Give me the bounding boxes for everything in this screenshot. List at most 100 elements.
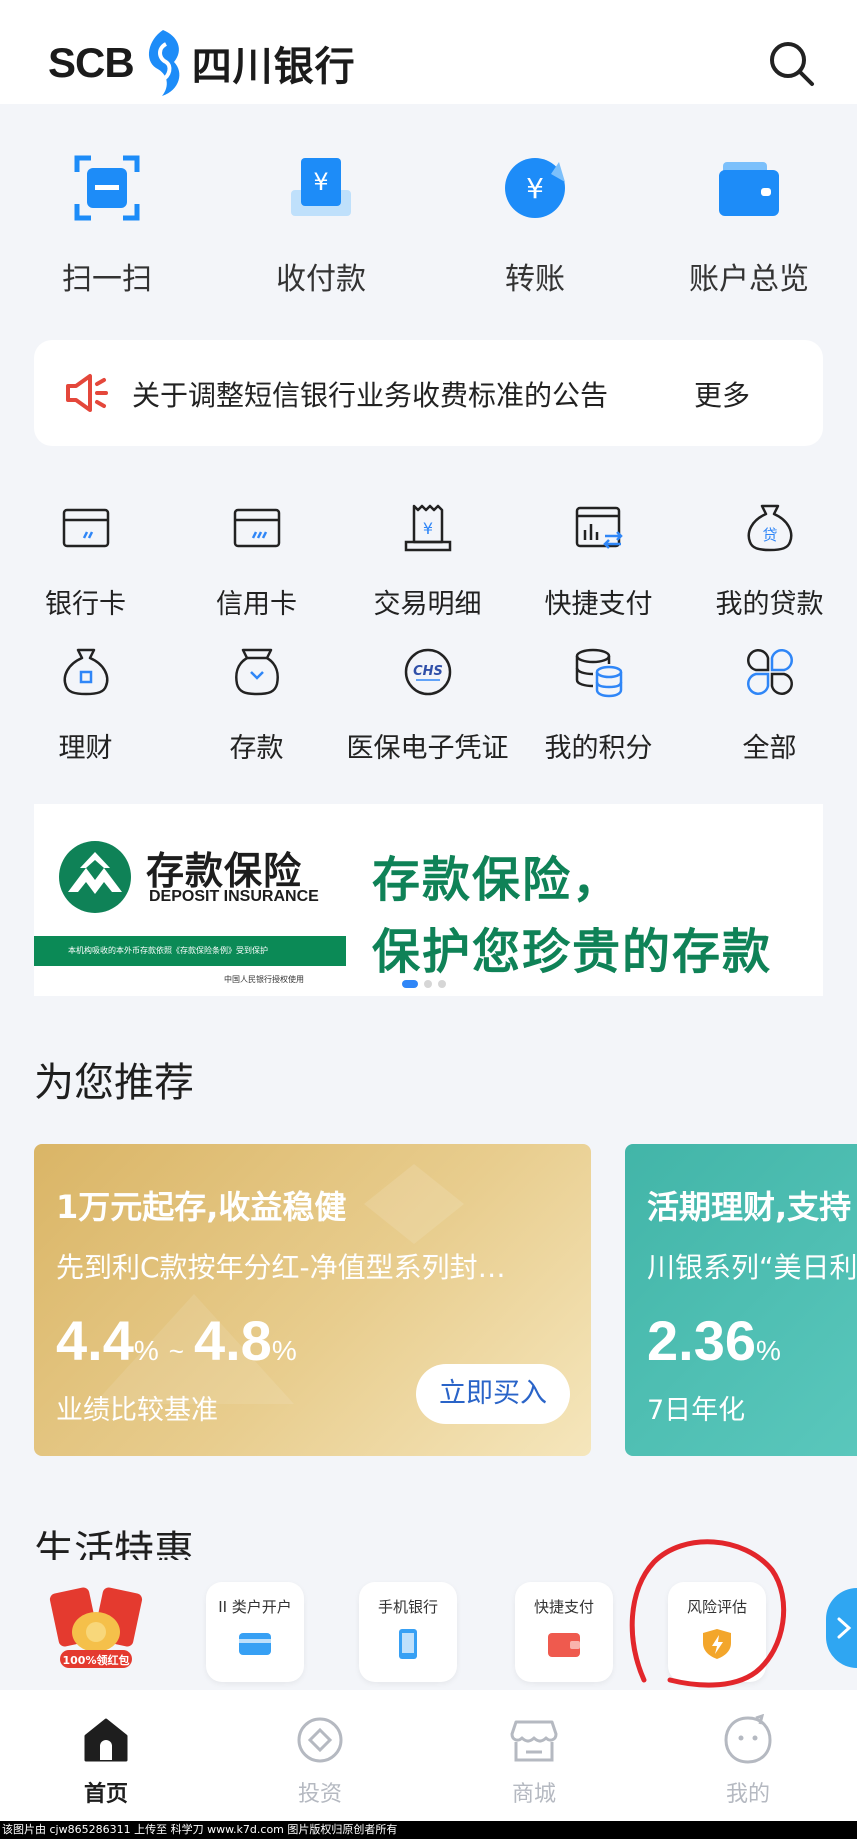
card-icon — [239, 1633, 271, 1655]
service-label: 我的积分 — [544, 733, 653, 764]
tab-label: 投资 — [297, 1782, 342, 1807]
image-watermark: 该图片由 cjw865286311 上传至 科学刀 www.k7d.com 图片… — [0, 1821, 857, 1839]
recommend-section-title: 为您推荐 — [34, 1060, 194, 1106]
service-transaction-detail[interactable]: ¥ 交易明细 — [342, 500, 513, 621]
rate-separator: ~ — [168, 1336, 184, 1366]
svg-text:贷: 贷 — [762, 526, 777, 544]
service-label: 存款 — [229, 733, 284, 764]
service-bank-card[interactable]: 银行卡 — [0, 500, 171, 621]
points-coins-icon — [575, 648, 622, 698]
banner-slogan-line2: 保护您珍贵的存款 — [372, 924, 773, 980]
card-title: 活期理财,支持 — [647, 1188, 852, 1226]
tab-home[interactable]: 首页 — [46, 1714, 166, 1808]
store-icon — [510, 1720, 558, 1762]
banner-slogan-line1: 存款保险， — [372, 852, 623, 908]
quick-action-receive-pay[interactable]: ¥ 收付款 — [231, 152, 411, 298]
recommend-card-2[interactable]: 活期理财,支持 川银系列“美日利 2.36% 7日年化 — [625, 1144, 857, 1456]
service-wealth[interactable]: 理财 — [0, 644, 171, 765]
service-my-points[interactable]: 我的积分 — [513, 644, 684, 765]
receive-pay-icon: ¥ — [291, 158, 351, 216]
service-all[interactable]: 全部 — [684, 644, 855, 765]
card-title: 1万元起存,收益稳健 — [56, 1188, 347, 1226]
quick-action-transfer[interactable]: ¥ 转账 — [445, 152, 625, 298]
quick-action-account-overview[interactable]: 账户总览 — [659, 152, 839, 298]
logo-cn-text: 四川银行 — [191, 44, 356, 90]
red-packet-label: 100%领红包 — [62, 1654, 130, 1667]
service-label: 医保电子凭证 — [346, 733, 509, 764]
pagination-dot-active[interactable] — [402, 980, 418, 988]
service-label: 银行卡 — [45, 589, 126, 620]
deposit-insurance-logo-icon — [59, 841, 131, 913]
transfer-icon: ¥ — [505, 158, 565, 218]
promo-mobile-banking[interactable]: 手机银行 — [359, 1582, 457, 1682]
card-rate-note: 业绩比较基准 — [56, 1395, 218, 1426]
chs-icon: CHS — [404, 648, 451, 696]
pagination-dot[interactable] — [424, 980, 432, 988]
wallet-icon — [548, 1633, 580, 1657]
service-medical-insurance-voucher[interactable]: CHS 医保电子凭证 — [342, 644, 513, 765]
buy-now-button[interactable]: 立即买入 — [416, 1364, 570, 1424]
service-label: 快捷支付 — [544, 589, 653, 620]
quick-pay-icon — [575, 506, 623, 549]
wealth-bag-icon — [63, 648, 108, 696]
banner-pagination[interactable] — [402, 980, 446, 988]
promo-class-ii-account[interactable]: II 类户开户 — [206, 1582, 304, 1682]
recommend-card-1[interactable]: 1万元起存,收益稳健 先到利C款按年分红-净值型系列封… 4.4% ~4.8% 业… — [34, 1144, 591, 1456]
service-label: 交易明细 — [373, 589, 482, 620]
quick-action-label: 收付款 — [276, 262, 366, 297]
tab-profile[interactable]: 我的 — [688, 1713, 808, 1808]
promo-quick-pay[interactable]: 快捷支付 — [515, 1582, 613, 1682]
tab-invest[interactable]: 投资 — [260, 1714, 380, 1808]
quick-action-scan[interactable]: 扫一扫 — [17, 152, 197, 298]
notice-text[interactable]: 关于调整短信银行业务收费标准的公告 — [132, 374, 608, 414]
credit-card-icon — [233, 508, 280, 548]
service-label: 理财 — [58, 733, 113, 764]
deposit-insurance-banner[interactable]: 存款保险 DEPOSIT INSURANCE 本机构吸收的本外币存款依照《存款保… — [34, 804, 823, 996]
receipt-icon: ¥ — [404, 504, 451, 552]
svg-text:CHS: CHS — [413, 664, 443, 679]
card-subtitle: 先到利C款按年分红-净值型系列封… — [56, 1251, 506, 1284]
card-rate-note: 7日年化 — [647, 1395, 746, 1426]
service-label: 信用卡 — [216, 589, 297, 620]
pagination-dot[interactable] — [438, 980, 446, 988]
quick-action-label: 账户总览 — [689, 262, 809, 297]
bottom-tab-bar: 首页 投资 商城 我的 — [0, 1690, 857, 1821]
tab-store[interactable]: 商城 — [474, 1714, 594, 1808]
chevron-right-icon — [837, 1617, 852, 1639]
service-my-loan[interactable]: 贷 我的贷款 — [684, 500, 855, 621]
phone-icon — [399, 1629, 417, 1659]
quick-actions: 扫一扫 ¥ 收付款 ¥ 转账 账户总览 — [0, 104, 857, 324]
notice-bar[interactable]: 关于调整短信银行业务收费标准的公告 更多 — [34, 340, 823, 446]
promo-label: II 类户开户 — [218, 1598, 292, 1616]
service-quick-pay[interactable]: 快捷支付 — [513, 500, 684, 621]
search-icon[interactable] — [766, 38, 816, 88]
rate-low-unit: % — [133, 1335, 159, 1366]
deposit-jar-icon — [234, 648, 279, 696]
megaphone-icon — [66, 374, 108, 412]
svg-text:¥: ¥ — [422, 519, 432, 538]
rate-high-unit: % — [271, 1335, 297, 1366]
rate-high: 4.8 — [193, 1309, 272, 1372]
svg-text:¥: ¥ — [526, 172, 544, 205]
promo-label: 快捷支付 — [533, 1598, 594, 1616]
profile-icon — [724, 1713, 772, 1764]
service-deposit[interactable]: 存款 — [171, 644, 342, 765]
rate-low: 4.4 — [56, 1309, 134, 1372]
home-icon — [84, 1718, 128, 1762]
service-credit-card[interactable]: 信用卡 — [171, 500, 342, 621]
scb-logo: SCB 四川银行 — [48, 28, 356, 98]
deposit-insurance-logo-panel: 存款保险 DEPOSIT INSURANCE 本机构吸收的本外币存款依照《存款保… — [34, 804, 346, 996]
card-rate-range: 4.4% ~4.8% — [56, 1308, 297, 1373]
wallet-icon — [719, 162, 779, 216]
notice-more-link[interactable]: 更多 — [694, 374, 750, 414]
red-packet-promo[interactable]: 100%领红包 — [46, 1584, 146, 1676]
banner-strip-text: 本机构吸收的本外币存款依照《存款保险条例》受到保护 — [34, 936, 346, 966]
app-header: SCB 四川银行 — [0, 0, 857, 104]
invest-icon — [297, 1717, 343, 1763]
card-subtitle: 川银系列“美日利 — [647, 1251, 857, 1284]
all-grid-icon — [746, 649, 793, 695]
annotation-circle — [629, 1539, 787, 1688]
rate-value: 2.36 — [647, 1309, 756, 1372]
service-label: 全部 — [742, 733, 797, 764]
tab-label: 商城 — [511, 1782, 556, 1807]
